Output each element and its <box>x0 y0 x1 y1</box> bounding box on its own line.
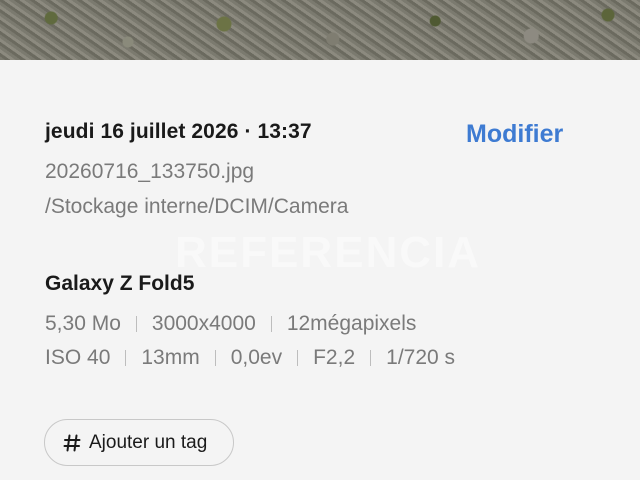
aperture: F2,2 <box>313 346 356 369</box>
device-name: Galaxy Z Fold5 <box>45 272 195 295</box>
hash-icon <box>63 434 81 452</box>
photo-preview[interactable] <box>0 0 640 60</box>
file-name: 20260716_133750.jpg <box>45 160 255 183</box>
separator <box>297 350 299 366</box>
resolution: 3000x4000 <box>151 312 256 335</box>
separator <box>214 350 216 366</box>
shutter-speed: 1/720 s <box>386 346 456 369</box>
add-tag-label: Ajouter un tag <box>89 431 208 453</box>
iso: ISO 40 <box>45 346 111 369</box>
date-time: jeudi 16 juillet 2026 · 13:37 <box>45 120 312 143</box>
exposure-specs-row: ISO 40 13mm 0,0ev F2,2 1/720 s <box>45 346 455 370</box>
separator <box>125 350 127 366</box>
edit-button[interactable]: Modifier <box>466 120 563 149</box>
add-tag-button[interactable]: Ajouter un tag <box>44 419 234 466</box>
file-path: /Stockage interne/DCIM/Camera <box>45 195 349 218</box>
file-size: 5,30 Mo <box>45 312 121 335</box>
exposure-value: 0,0ev <box>230 346 283 369</box>
focal-length: 13mm <box>141 346 200 369</box>
separator <box>135 316 137 332</box>
file-specs-row: 5,30 Mo 3000x4000 12mégapixels <box>45 312 416 336</box>
separator <box>270 316 272 332</box>
megapixels: 12mégapixels <box>286 312 417 335</box>
separator <box>370 350 372 366</box>
